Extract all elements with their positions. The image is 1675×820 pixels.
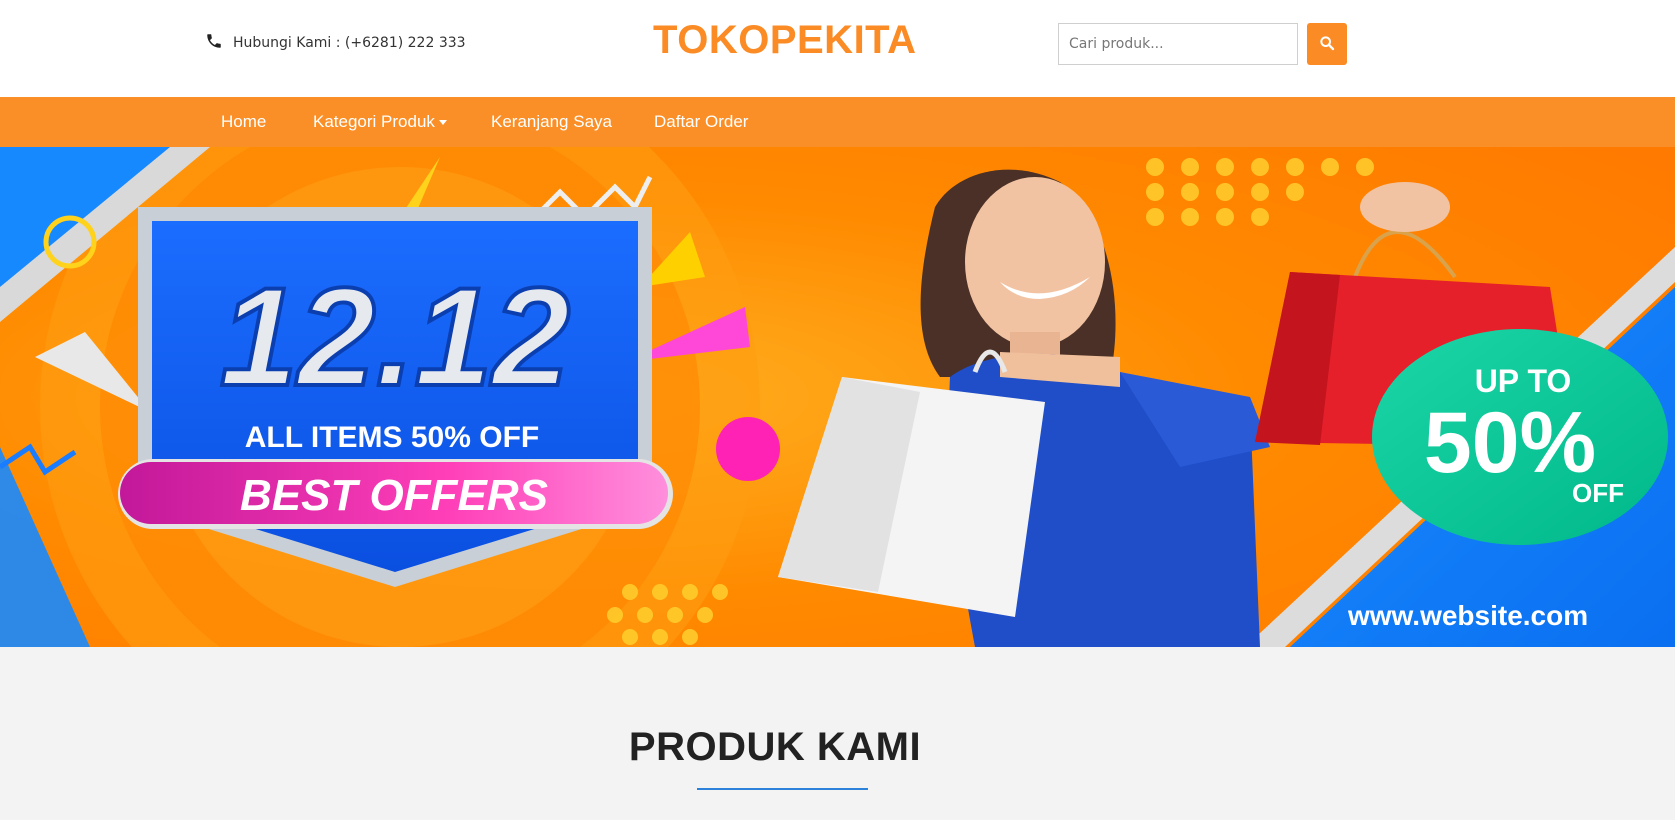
contact-label: Hubungi Kami : (+6281) 222 333	[233, 35, 466, 51]
search-button[interactable]	[1307, 23, 1347, 65]
banner-url-text: www.website.com	[1347, 600, 1588, 631]
main-navbar: Home Kategori Produk Keranjang Saya Daft…	[0, 97, 1675, 147]
phone-icon	[205, 32, 223, 54]
top-header: Hubungi Kami : (+6281) 222 333 TOKOPEKIT…	[0, 0, 1675, 97]
badge-top-text: UP TO	[1475, 363, 1572, 399]
nav-daftar-order[interactable]: Daftar Order	[654, 112, 748, 132]
caret-down-icon	[438, 119, 447, 125]
search-icon	[1319, 35, 1335, 54]
brand-logo[interactable]: TOKOPEKITA	[653, 18, 916, 63]
nav-keranjang-saya[interactable]: Keranjang Saya	[491, 112, 612, 132]
section-title-underline	[697, 788, 868, 790]
nav-home[interactable]: Home	[221, 112, 266, 132]
banner-graphic: 12.12 ALL ITEMS 50% OFF BEST OFFERS UP T…	[0, 147, 1675, 647]
banner-ribbon-text: BEST OFFERS	[240, 471, 548, 520]
nav-kategori-label: Kategori Produk	[313, 112, 435, 131]
promo-banner[interactable]: 12.12 ALL ITEMS 50% OFF BEST OFFERS UP T…	[0, 147, 1675, 647]
contact-info: Hubungi Kami : (+6281) 222 333	[205, 32, 466, 54]
nav-keranjang-label: Keranjang Saya	[491, 112, 612, 131]
badge-bottom-text: OFF	[1572, 478, 1624, 508]
banner-sub-text: ALL ITEMS 50% OFF	[245, 421, 539, 454]
nav-kategori-produk[interactable]: Kategori Produk	[313, 112, 447, 132]
badge-main-text: 50%	[1424, 395, 1596, 491]
search-input[interactable]	[1058, 23, 1298, 65]
nav-home-label: Home	[221, 112, 267, 131]
section-title: PRODUK KAMI	[628, 725, 922, 769]
nav-daftar-order-label: Daftar Order	[654, 112, 749, 131]
banner-big-text: 12.12	[220, 258, 570, 415]
